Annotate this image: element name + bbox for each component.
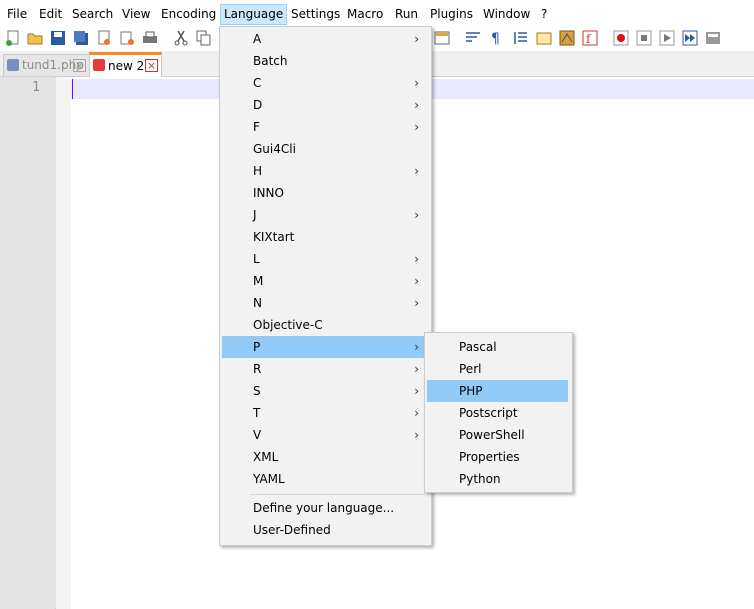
menu-item-v[interactable]: V › [222, 424, 429, 446]
menu-item-gui4cli[interactable]: Gui4Cli [222, 138, 429, 160]
svg-text:¶: ¶ [491, 31, 500, 46]
sync-view-icon[interactable] [433, 29, 451, 47]
play-macro-icon[interactable] [658, 29, 676, 47]
menu-item-r[interactable]: R › [222, 358, 429, 380]
menu-item-xml[interactable]: XML [222, 446, 429, 468]
tab-label: new 2 [108, 59, 145, 73]
function-list-icon[interactable]: f [581, 29, 599, 47]
menu-item-s[interactable]: S › [222, 380, 429, 402]
menu-item-define-language[interactable]: Define your language... [222, 497, 429, 519]
close-tab-icon[interactable]: × [145, 59, 158, 72]
language-p-submenu: Pascal Perl PHP Postscript PowerShell Propert… [424, 332, 573, 493]
language-menu: A › Batch C › D › F › Gui4Cli H › INNO J › KIXtart L › M › N… [219, 26, 432, 546]
submenu-item-properties[interactable]: Properties [427, 446, 568, 468]
submenu-item-php[interactable]: PHP [427, 380, 568, 402]
indent-guide-icon[interactable] [512, 29, 530, 47]
submenu-arrow-icon: › [414, 296, 419, 310]
menu-window[interactable]: Window [483, 5, 530, 24]
menu-item-f[interactable]: F › [222, 116, 429, 138]
menu-encoding[interactable]: Encoding [161, 5, 216, 24]
line-number: 1 [32, 80, 40, 95]
menu-item-p[interactable]: P › [222, 336, 429, 358]
show-all-chars-icon[interactable]: ¶ [487, 29, 505, 47]
menu-item-j[interactable]: J › [222, 204, 429, 226]
menu-separator [250, 494, 425, 495]
submenu-arrow-icon: › [414, 208, 419, 222]
submenu-arrow-icon: › [414, 384, 419, 398]
menu-item-kixtart[interactable]: KIXtart [222, 226, 429, 248]
menu-run[interactable]: Run [395, 5, 418, 24]
save-macro-icon[interactable] [704, 29, 722, 47]
submenu-arrow-icon: › [414, 76, 419, 90]
submenu-arrow-icon: › [414, 362, 419, 376]
close-file-icon[interactable] [95, 29, 113, 47]
record-macro-icon[interactable] [612, 29, 630, 47]
menu-search[interactable]: Search [72, 5, 113, 24]
save-all-icon[interactable] [72, 29, 90, 47]
submenu-arrow-icon: › [414, 252, 419, 266]
submenu-arrow-icon: › [414, 164, 419, 178]
word-wrap-icon[interactable] [464, 29, 482, 47]
menu-view[interactable]: View [122, 5, 150, 24]
doc-map-icon[interactable] [558, 29, 576, 47]
submenu-item-perl[interactable]: Perl [427, 358, 568, 380]
submenu-arrow-icon: › [414, 274, 419, 288]
menu-item-n[interactable]: N › [222, 292, 429, 314]
open-folder-icon[interactable] [26, 29, 44, 47]
run-macro-multiple-icon[interactable] [681, 29, 699, 47]
menu-item-batch[interactable]: Batch [222, 50, 429, 72]
menu-item-a[interactable]: A › [222, 28, 429, 50]
menu-file[interactable]: File [7, 5, 27, 24]
menu-item-t[interactable]: T › [222, 402, 429, 424]
menu-item-h[interactable]: H › [222, 160, 429, 182]
submenu-item-powershell[interactable]: PowerShell [427, 424, 568, 446]
text-caret [72, 79, 73, 99]
close-all-icon[interactable] [118, 29, 136, 47]
submenu-item-postscript[interactable]: Postscript [427, 402, 568, 424]
menu-macro[interactable]: Macro [347, 5, 383, 24]
menu-item-m[interactable]: M › [222, 270, 429, 292]
submenu-arrow-icon: › [414, 340, 419, 354]
menu-item-yaml[interactable]: YAML [222, 468, 429, 490]
menu-language[interactable]: Language [220, 4, 288, 25]
menu-plugins[interactable]: Plugins [430, 5, 473, 24]
menu-item-c[interactable]: C › [222, 72, 429, 94]
save-icon[interactable] [49, 29, 67, 47]
submenu-arrow-icon: › [414, 98, 419, 112]
submenu-arrow-icon: › [414, 428, 419, 442]
fold-margin[interactable] [55, 77, 71, 609]
submenu-arrow-icon: › [414, 32, 419, 46]
close-tab-icon[interactable]: × [73, 59, 86, 72]
menu-item-d[interactable]: D › [222, 94, 429, 116]
cut-icon[interactable] [172, 29, 190, 47]
print-icon[interactable] [141, 29, 159, 47]
submenu-item-python[interactable]: Python [427, 468, 568, 490]
menu-item-objective-c[interactable]: Objective-C [222, 314, 429, 336]
user-language-icon[interactable] [535, 29, 553, 47]
menu-help[interactable]: ? [541, 5, 547, 24]
submenu-arrow-icon: › [414, 120, 419, 134]
copy-icon[interactable] [195, 29, 213, 47]
submenu-item-pascal[interactable]: Pascal [427, 336, 568, 358]
stop-macro-icon[interactable] [635, 29, 653, 47]
menu-edit[interactable]: Edit [39, 5, 62, 24]
menu-settings[interactable]: Settings [291, 5, 340, 24]
submenu-arrow-icon: › [414, 406, 419, 420]
menu-item-l[interactable]: L › [222, 248, 429, 270]
tab-tund1-php[interactable]: tund1.php × [3, 54, 90, 76]
menu-item-user-defined[interactable]: User-Defined [222, 519, 429, 541]
tab-new-2[interactable]: new 2 × [89, 52, 162, 79]
menu-bar: File Edit Search View Encoding Language … [0, 0, 754, 27]
file-saved-icon [7, 59, 19, 71]
line-number-gutter [0, 77, 55, 609]
file-unsaved-icon [93, 59, 105, 71]
menu-item-inno[interactable]: INNO [222, 182, 429, 204]
new-file-icon[interactable] [4, 29, 22, 47]
